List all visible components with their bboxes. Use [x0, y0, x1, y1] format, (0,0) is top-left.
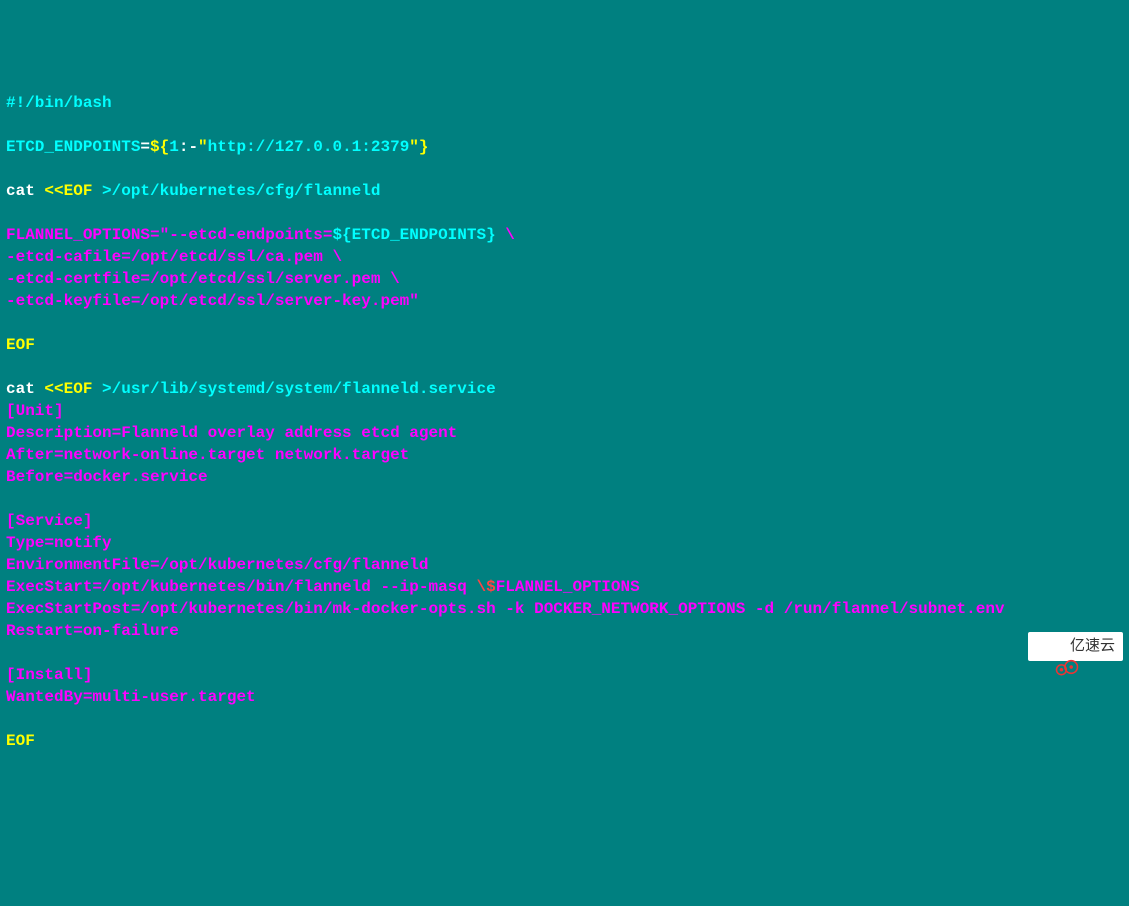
code-segment: 1 [169, 138, 179, 156]
code-segment: >/usr/lib/systemd/system/flanneld.servic… [102, 380, 496, 398]
code-segment: ${ [150, 138, 169, 156]
code-segment: [Unit] [6, 402, 64, 420]
code-line [6, 114, 1123, 136]
code-segment: >/opt/kubernetes/cfg/flanneld [102, 182, 380, 200]
code-segment: ExecStartPost=/opt/kubernetes/bin/mk-doc… [6, 600, 1005, 618]
code-segment: http://127.0.0.1:2379 [208, 138, 410, 156]
code-segment: ${ETCD_ENDPOINTS} [332, 226, 495, 244]
code-segment: FLANNEL_OPTIONS="--etcd-endpoints= [6, 226, 332, 244]
code-segment: WantedBy=multi-user.target [6, 688, 256, 706]
code-line: #!/bin/bash [6, 92, 1123, 114]
code-segment: Type=notify [6, 534, 112, 552]
code-line: Description=Flanneld overlay address etc… [6, 422, 1123, 444]
code-line: Type=notify [6, 532, 1123, 554]
code-segment: ETCD_ENDPOINTS [6, 138, 140, 156]
code-segment: cat [6, 182, 44, 200]
code-segment: Description=Flanneld overlay address etc… [6, 424, 457, 442]
code-segment: [Install] [6, 666, 92, 684]
code-line [6, 708, 1123, 730]
code-line: ExecStart=/opt/kubernetes/bin/flanneld -… [6, 576, 1123, 598]
code-line: [Install] [6, 664, 1123, 686]
code-segment: EOF [6, 336, 35, 354]
code-line: ETCD_ENDPOINTS=${1:-"http://127.0.0.1:23… [6, 136, 1123, 158]
code-segment: ExecStart=/opt/kubernetes/bin/flanneld -… [6, 578, 476, 596]
code-segment: -etcd-keyfile=/opt/etcd/ssl/server-key.p… [6, 292, 419, 310]
code-segment: -etcd-certfile=/opt/etcd/ssl/server.pem … [6, 270, 400, 288]
code-line: Restart=on-failure [6, 620, 1123, 642]
code-line: [Unit] [6, 400, 1123, 422]
code-line [6, 488, 1123, 510]
code-segment: = [140, 138, 150, 156]
code-segment: <<EOF [44, 380, 102, 398]
code-segment: #!/bin/bash [6, 94, 112, 112]
code-line: EOF [6, 730, 1123, 752]
code-line [6, 356, 1123, 378]
code-segment: <<EOF [44, 182, 102, 200]
code-segment: " [409, 138, 419, 156]
code-segment: EOF [6, 732, 35, 750]
code-segment: Before=docker.service [6, 468, 208, 486]
code-line [6, 158, 1123, 180]
code-segment: -etcd-cafile=/opt/etcd/ssl/ca.pem \ [6, 248, 342, 266]
watermark-logo-icon [1036, 637, 1064, 657]
code-line: -etcd-cafile=/opt/etcd/ssl/ca.pem \ [6, 246, 1123, 268]
code-line: -etcd-certfile=/opt/etcd/ssl/server.pem … [6, 268, 1123, 290]
code-segment: [Service] [6, 512, 92, 530]
code-line: Before=docker.service [6, 466, 1123, 488]
code-segment: } [419, 138, 429, 156]
code-segment: After=network-online.target network.targ… [6, 446, 409, 464]
watermark: 亿速云 [1028, 632, 1123, 661]
code-segment: Restart=on-failure [6, 622, 179, 640]
code-line: EnvironmentFile=/opt/kubernetes/cfg/flan… [6, 554, 1123, 576]
code-line: WantedBy=multi-user.target [6, 686, 1123, 708]
code-line: FLANNEL_OPTIONS="--etcd-endpoints=${ETCD… [6, 224, 1123, 246]
code-line: [Service] [6, 510, 1123, 532]
code-segment: cat [6, 380, 44, 398]
code-segment: \$ [476, 578, 495, 596]
code-line [6, 202, 1123, 224]
code-segment: FLANNEL_OPTIONS [496, 578, 640, 596]
code-segment: EnvironmentFile=/opt/kubernetes/cfg/flan… [6, 556, 428, 574]
code-line: cat <<EOF >/usr/lib/systemd/system/flann… [6, 378, 1123, 400]
watermark-text: 亿速云 [1070, 636, 1115, 657]
code-line [6, 312, 1123, 334]
code-segment: " [198, 138, 208, 156]
code-line [6, 642, 1123, 664]
code-line: After=network-online.target network.targ… [6, 444, 1123, 466]
code-line: -etcd-keyfile=/opt/etcd/ssl/server-key.p… [6, 290, 1123, 312]
code-line: EOF [6, 334, 1123, 356]
code-segment: \ [496, 226, 515, 244]
code-block: #!/bin/bash ETCD_ENDPOINTS=${1:-"http://… [6, 92, 1123, 752]
code-segment: :- [179, 138, 198, 156]
code-line: ExecStartPost=/opt/kubernetes/bin/mk-doc… [6, 598, 1123, 620]
code-line: cat <<EOF >/opt/kubernetes/cfg/flanneld [6, 180, 1123, 202]
